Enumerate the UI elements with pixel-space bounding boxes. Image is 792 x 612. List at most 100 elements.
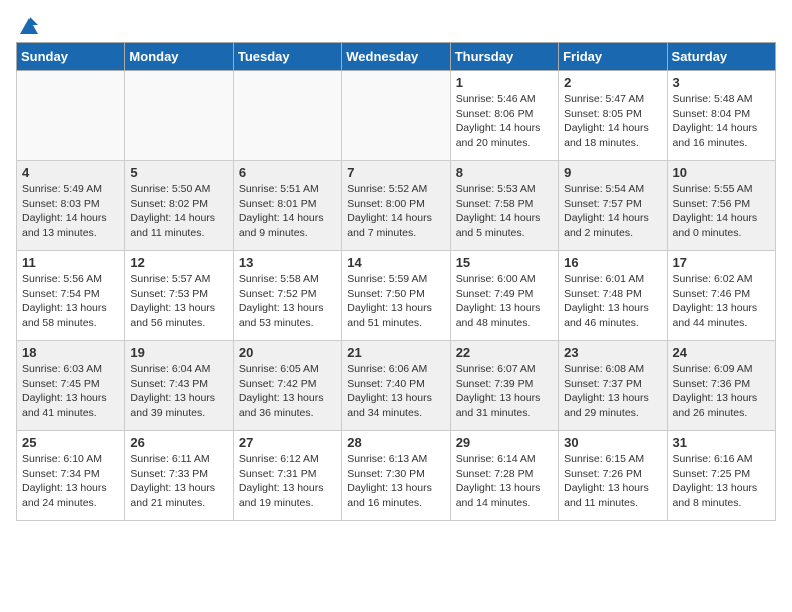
calendar-day-cell: 15 Sunrise: 6:00 AM Sunset: 7:49 PM Dayli… bbox=[450, 251, 558, 341]
day-of-week-header: Wednesday bbox=[342, 43, 450, 71]
logo bbox=[16, 16, 40, 34]
calendar-day-cell: 7 Sunrise: 5:52 AM Sunset: 8:00 PM Daylig… bbox=[342, 161, 450, 251]
day-number: 10 bbox=[673, 165, 770, 180]
day-info: Sunrise: 5:55 AM Sunset: 7:56 PM Dayligh… bbox=[673, 182, 770, 241]
day-number: 24 bbox=[673, 345, 770, 360]
day-info: Sunrise: 6:10 AM Sunset: 7:34 PM Dayligh… bbox=[22, 452, 119, 511]
day-number: 17 bbox=[673, 255, 770, 270]
day-info: Sunrise: 6:16 AM Sunset: 7:25 PM Dayligh… bbox=[673, 452, 770, 511]
day-info: Sunrise: 5:59 AM Sunset: 7:50 PM Dayligh… bbox=[347, 272, 444, 331]
day-info: Sunrise: 6:08 AM Sunset: 7:37 PM Dayligh… bbox=[564, 362, 661, 421]
day-of-week-header: Thursday bbox=[450, 43, 558, 71]
calendar: SundayMondayTuesdayWednesdayThursdayFrid… bbox=[16, 42, 776, 521]
calendar-day-cell bbox=[17, 71, 125, 161]
calendar-day-cell: 5 Sunrise: 5:50 AM Sunset: 8:02 PM Daylig… bbox=[125, 161, 233, 251]
day-number: 31 bbox=[673, 435, 770, 450]
calendar-day-cell: 28 Sunrise: 6:13 AM Sunset: 7:30 PM Dayli… bbox=[342, 431, 450, 521]
day-info: Sunrise: 5:57 AM Sunset: 7:53 PM Dayligh… bbox=[130, 272, 227, 331]
day-number: 26 bbox=[130, 435, 227, 450]
day-info: Sunrise: 5:52 AM Sunset: 8:00 PM Dayligh… bbox=[347, 182, 444, 241]
calendar-day-cell bbox=[233, 71, 341, 161]
day-number: 1 bbox=[456, 75, 553, 90]
day-info: Sunrise: 5:46 AM Sunset: 8:06 PM Dayligh… bbox=[456, 92, 553, 151]
calendar-day-cell: 2Sunrise: 5:47 AM Sunset: 8:05 PM Daylig… bbox=[559, 71, 667, 161]
day-info: Sunrise: 6:03 AM Sunset: 7:45 PM Dayligh… bbox=[22, 362, 119, 421]
calendar-day-cell: 10 Sunrise: 5:55 AM Sunset: 7:56 PM Dayli… bbox=[667, 161, 775, 251]
day-info: Sunrise: 6:01 AM Sunset: 7:48 PM Dayligh… bbox=[564, 272, 661, 331]
calendar-day-cell: 24 Sunrise: 6:09 AM Sunset: 7:36 PM Dayli… bbox=[667, 341, 775, 431]
day-number: 25 bbox=[22, 435, 119, 450]
calendar-day-cell: 18 Sunrise: 6:03 AM Sunset: 7:45 PM Dayli… bbox=[17, 341, 125, 431]
day-number: 14 bbox=[347, 255, 444, 270]
day-info: Sunrise: 6:12 AM Sunset: 7:31 PM Dayligh… bbox=[239, 452, 336, 511]
day-number: 6 bbox=[239, 165, 336, 180]
day-number: 28 bbox=[347, 435, 444, 450]
day-number: 19 bbox=[130, 345, 227, 360]
calendar-day-cell: 22 Sunrise: 6:07 AM Sunset: 7:39 PM Dayli… bbox=[450, 341, 558, 431]
calendar-day-cell: 12 Sunrise: 5:57 AM Sunset: 7:53 PM Dayli… bbox=[125, 251, 233, 341]
day-info: Sunrise: 6:09 AM Sunset: 7:36 PM Dayligh… bbox=[673, 362, 770, 421]
calendar-day-cell: 17 Sunrise: 6:02 AM Sunset: 7:46 PM Dayli… bbox=[667, 251, 775, 341]
day-number: 22 bbox=[456, 345, 553, 360]
calendar-day-cell bbox=[125, 71, 233, 161]
calendar-day-cell: 1 Sunrise: 5:46 AM Sunset: 8:06 PM Daylig… bbox=[450, 71, 558, 161]
day-info: Sunrise: 5:56 AM Sunset: 7:54 PM Dayligh… bbox=[22, 272, 119, 331]
day-info: Sunrise: 6:00 AM Sunset: 7:49 PM Dayligh… bbox=[456, 272, 553, 331]
calendar-day-cell: 20Sunrise: 6:05 AM Sunset: 7:42 PM Dayli… bbox=[233, 341, 341, 431]
calendar-week-row: 4 Sunrise: 5:49 AM Sunset: 8:03 PM Daylig… bbox=[17, 161, 776, 251]
day-of-week-header: Monday bbox=[125, 43, 233, 71]
day-number: 11 bbox=[22, 255, 119, 270]
day-info: Sunrise: 6:04 AM Sunset: 7:43 PM Dayligh… bbox=[130, 362, 227, 421]
calendar-day-cell: 26 Sunrise: 6:11 AM Sunset: 7:33 PM Dayli… bbox=[125, 431, 233, 521]
day-number: 2 bbox=[564, 75, 661, 90]
calendar-day-cell: 14 Sunrise: 5:59 AM Sunset: 7:50 PM Dayli… bbox=[342, 251, 450, 341]
calendar-day-cell: 16 Sunrise: 6:01 AM Sunset: 7:48 PM Dayli… bbox=[559, 251, 667, 341]
day-number: 3 bbox=[673, 75, 770, 90]
day-info: Sunrise: 6:11 AM Sunset: 7:33 PM Dayligh… bbox=[130, 452, 227, 511]
day-number: 13 bbox=[239, 255, 336, 270]
day-info: Sunrise: 5:51 AM Sunset: 8:01 PM Dayligh… bbox=[239, 182, 336, 241]
day-info: Sunrise: 5:49 AM Sunset: 8:03 PM Dayligh… bbox=[22, 182, 119, 241]
day-info: Sunrise: 6:05 AM Sunset: 7:42 PM Dayligh… bbox=[239, 362, 336, 421]
calendar-week-row: 1 Sunrise: 5:46 AM Sunset: 8:06 PM Daylig… bbox=[17, 71, 776, 161]
day-number: 5 bbox=[130, 165, 227, 180]
calendar-day-cell: 8Sunrise: 5:53 AM Sunset: 7:58 PM Daylig… bbox=[450, 161, 558, 251]
calendar-day-cell: 3 Sunrise: 5:48 AM Sunset: 8:04 PM Daylig… bbox=[667, 71, 775, 161]
calendar-day-cell: 19 Sunrise: 6:04 AM Sunset: 7:43 PM Dayli… bbox=[125, 341, 233, 431]
day-number: 21 bbox=[347, 345, 444, 360]
day-number: 16 bbox=[564, 255, 661, 270]
day-info: Sunrise: 5:50 AM Sunset: 8:02 PM Dayligh… bbox=[130, 182, 227, 241]
day-number: 15 bbox=[456, 255, 553, 270]
calendar-day-cell: 31 Sunrise: 6:16 AM Sunset: 7:25 PM Dayli… bbox=[667, 431, 775, 521]
calendar-week-row: 25 Sunrise: 6:10 AM Sunset: 7:34 PM Dayli… bbox=[17, 431, 776, 521]
day-info: Sunrise: 5:54 AM Sunset: 7:57 PM Dayligh… bbox=[564, 182, 661, 241]
day-of-week-header: Friday bbox=[559, 43, 667, 71]
calendar-day-cell: 11 Sunrise: 5:56 AM Sunset: 7:54 PM Dayli… bbox=[17, 251, 125, 341]
day-number: 4 bbox=[22, 165, 119, 180]
calendar-header-row: SundayMondayTuesdayWednesdayThursdayFrid… bbox=[17, 43, 776, 71]
day-number: 8 bbox=[456, 165, 553, 180]
day-of-week-header: Sunday bbox=[17, 43, 125, 71]
calendar-day-cell: 13 Sunrise: 5:58 AM Sunset: 7:52 PM Dayli… bbox=[233, 251, 341, 341]
day-info: Sunrise: 6:07 AM Sunset: 7:39 PM Dayligh… bbox=[456, 362, 553, 421]
calendar-day-cell: 25 Sunrise: 6:10 AM Sunset: 7:34 PM Dayli… bbox=[17, 431, 125, 521]
day-of-week-header: Saturday bbox=[667, 43, 775, 71]
day-info: Sunrise: 6:13 AM Sunset: 7:30 PM Dayligh… bbox=[347, 452, 444, 511]
day-info: Sunrise: 6:02 AM Sunset: 7:46 PM Dayligh… bbox=[673, 272, 770, 331]
logo-icon bbox=[18, 16, 40, 38]
day-number: 7 bbox=[347, 165, 444, 180]
calendar-day-cell: 30 Sunrise: 6:15 AM Sunset: 7:26 PM Dayli… bbox=[559, 431, 667, 521]
day-info: Sunrise: 5:58 AM Sunset: 7:52 PM Dayligh… bbox=[239, 272, 336, 331]
calendar-day-cell: 21Sunrise: 6:06 AM Sunset: 7:40 PM Dayli… bbox=[342, 341, 450, 431]
calendar-day-cell: 4 Sunrise: 5:49 AM Sunset: 8:03 PM Daylig… bbox=[17, 161, 125, 251]
day-number: 9 bbox=[564, 165, 661, 180]
day-number: 12 bbox=[130, 255, 227, 270]
day-info: Sunrise: 6:15 AM Sunset: 7:26 PM Dayligh… bbox=[564, 452, 661, 511]
day-number: 18 bbox=[22, 345, 119, 360]
calendar-day-cell bbox=[342, 71, 450, 161]
day-number: 30 bbox=[564, 435, 661, 450]
day-info: Sunrise: 5:48 AM Sunset: 8:04 PM Dayligh… bbox=[673, 92, 770, 151]
header bbox=[16, 16, 776, 34]
day-number: 23 bbox=[564, 345, 661, 360]
calendar-day-cell: 9 Sunrise: 5:54 AM Sunset: 7:57 PM Daylig… bbox=[559, 161, 667, 251]
